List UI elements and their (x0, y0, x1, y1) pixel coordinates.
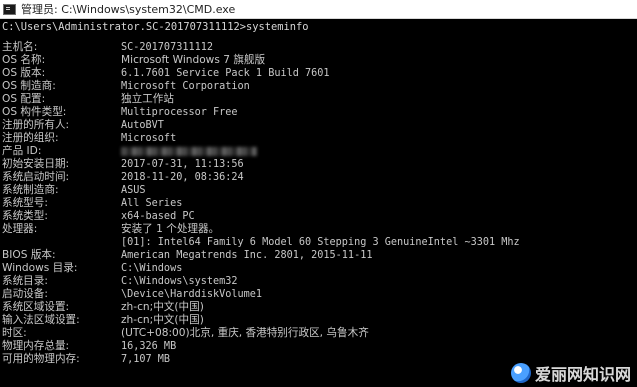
info-row-windows-dir: Windows 目录: C:\Windows (0, 262, 637, 275)
info-row-os-config: OS 配置: 独立工作站 (0, 93, 637, 106)
window-title: 管理员: C:\Windows\system32\CMD.exe (21, 3, 236, 16)
info-row-system-type: 系统类型: x64-based PC (0, 210, 637, 223)
info-row-registered-owner: 注册的所有人: AutoBVT (0, 119, 637, 132)
row-label: 注册的所有人: (2, 119, 70, 131)
row-value: \Device\HarddiskVolume1 (121, 289, 263, 300)
row-value: Microsoft Windows 7 旗舰版 (121, 54, 266, 66)
row-value: 7,107 MB (121, 354, 171, 365)
watermark: 爱丽网知识网 (510, 362, 631, 384)
row-label: 系统目录: (2, 275, 48, 287)
info-row-system-locale: 系统区域设置: zh-cn;中文(中国) (0, 301, 637, 314)
row-label: 初始安装日期: (2, 158, 70, 170)
watermark-logo-icon (510, 363, 531, 383)
row-label: 系统制造商: (2, 184, 59, 196)
cmd-icon (3, 3, 16, 15)
row-value: zh-cn;中文(中国) (121, 314, 204, 326)
row-label: 产品 ID: (2, 145, 42, 157)
info-row-system-dir: 系统目录: C:\Windows\system32 (0, 275, 637, 288)
row-label: OS 版本: (2, 67, 46, 79)
row-label: BIOS 版本: (2, 249, 56, 261)
row-label: 注册的组织: (2, 132, 59, 144)
row-value: [01]: Intel64 Family 6 Model 60 Stepping… (121, 237, 520, 248)
row-value: All Series (121, 198, 183, 209)
row-label: OS 名称: (2, 54, 46, 66)
row-value: AutoBVT (121, 120, 164, 131)
row-value: SC-201707311112 (121, 42, 214, 53)
info-row-os-version: OS 版本: 6.1.7601 Service Pack 1 Build 760… (0, 67, 637, 80)
info-row-product-id: 产品 ID: (0, 145, 637, 158)
info-row-processor-detail: [01]: Intel64 Family 6 Model 60 Stepping… (0, 236, 637, 249)
info-row-bios-version: BIOS 版本: American Megatrends Inc. 2801, … (0, 249, 637, 262)
row-value: 2017-07-31, 11:13:56 (121, 159, 244, 170)
row-value: ASUS (121, 185, 146, 196)
row-label: 系统类型: (2, 210, 48, 222)
row-value: (UTC+08:00)北京, 重庆, 香港特别行政区, 乌鲁木齐 (121, 327, 369, 339)
row-value: C:\Windows\system32 (121, 276, 238, 287)
row-label: 主机名: (2, 41, 38, 53)
info-row-processor: 处理器: 安装了 1 个处理器。 (0, 223, 637, 236)
row-value: 2018-11-20, 08:36:24 (121, 172, 244, 183)
watermark-text: 爱丽网知识网 (534, 365, 631, 384)
row-value: 独立工作站 (121, 93, 174, 105)
info-row-input-locale: 输入法区域设置: zh-cn;中文(中国) (0, 314, 637, 327)
row-label: OS 配置: (2, 93, 46, 105)
row-label: 启动设备: (2, 288, 48, 300)
row-label: 处理器: (2, 223, 38, 235)
row-value: 16,326 MB (121, 341, 177, 352)
info-row-boot-time: 系统启动时间: 2018-11-20, 08:36:24 (0, 171, 637, 184)
row-value: x64-based PC (121, 211, 195, 222)
row-label: 物理内存总量: (2, 340, 70, 352)
info-row-system-manufacturer: 系统制造商: ASUS (0, 184, 637, 197)
row-label: 时区: (2, 327, 27, 339)
row-value: 6.1.7601 Service Pack 1 Build 7601 (121, 68, 330, 79)
title-bar[interactable]: 管理员: C:\Windows\system32\CMD.exe (0, 0, 637, 19)
info-row-install-date: 初始安装日期: 2017-07-31, 11:13:56 (0, 158, 637, 171)
info-row-hostname: 主机名: SC-201707311112 (0, 41, 637, 54)
row-value: Multiprocessor Free (121, 107, 238, 118)
row-value: zh-cn;中文(中国) (121, 301, 204, 313)
row-label: OS 构件类型: (2, 106, 67, 118)
row-value (121, 145, 257, 158)
command-prompt-line: C:\Users\Administrator.SC-201707311112>s… (2, 21, 309, 33)
info-row-system-model: 系统型号: All Series (0, 197, 637, 210)
info-row-total-memory: 物理内存总量: 16,326 MB (0, 340, 637, 353)
info-row-registered-org: 注册的组织: Microsoft (0, 132, 637, 145)
row-label: 可用的物理内存: (2, 353, 80, 365)
row-label: OS 制造商: (2, 80, 56, 92)
row-label: 输入法区域设置: (2, 314, 80, 326)
console-output[interactable]: C:\Users\Administrator.SC-201707311112>s… (0, 19, 637, 387)
row-label: 系统启动时间: (2, 171, 70, 183)
redacted-product-id (121, 146, 257, 156)
cmd-window: 管理员: C:\Windows\system32\CMD.exe C:\User… (0, 0, 637, 387)
row-label: Windows 目录: (2, 262, 78, 274)
info-row-os-build-type: OS 构件类型: Multiprocessor Free (0, 106, 637, 119)
info-row-time-zone: 时区: (UTC+08:00)北京, 重庆, 香港特别行政区, 乌鲁木齐 (0, 327, 637, 340)
row-value: Microsoft Corporation (121, 81, 250, 92)
row-label: 系统型号: (2, 197, 48, 209)
row-value: American Megatrends Inc. 2801, 2015-11-1… (121, 250, 373, 261)
row-value: 安装了 1 个处理器。 (121, 223, 220, 235)
row-value: C:\Windows (121, 263, 183, 274)
info-row-boot-device: 启动设备: \Device\HarddiskVolume1 (0, 288, 637, 301)
row-label: 系统区域设置: (2, 301, 70, 313)
row-value: Microsoft (121, 133, 177, 144)
info-row-os-name: OS 名称: Microsoft Windows 7 旗舰版 (0, 54, 637, 67)
info-row-os-manufacturer: OS 制造商: Microsoft Corporation (0, 80, 637, 93)
